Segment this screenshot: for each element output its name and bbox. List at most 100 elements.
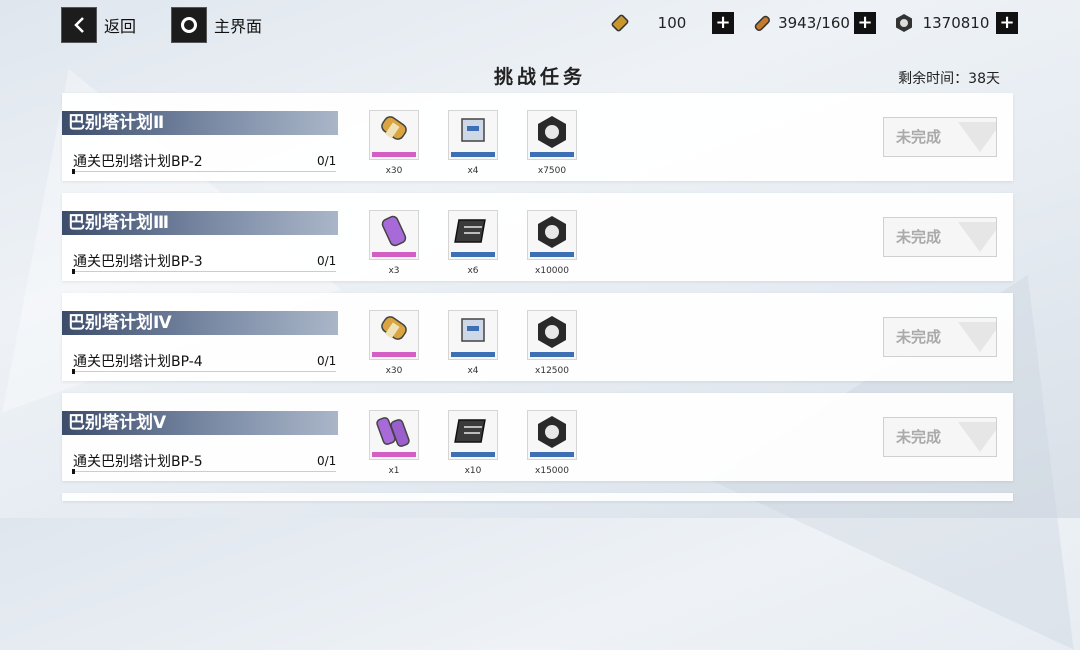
rarity-bar xyxy=(451,352,495,357)
reward-list: x30 x4 x12500 xyxy=(369,310,606,376)
rarity-bar xyxy=(372,252,416,257)
back-button[interactable]: 返回 xyxy=(62,8,136,42)
reward-item[interactable]: x30 xyxy=(369,310,419,376)
add-energy-button[interactable]: + xyxy=(854,12,876,34)
task-card-2: 巴别塔计划Ⅲ 通关巴别塔计划BP-3 0/1 x3 x6 x10000 未完成 xyxy=(62,193,1013,281)
rarity-bar xyxy=(530,152,574,157)
add-nut-button[interactable]: + xyxy=(996,12,1018,34)
task-title-banner: 巴别塔计划Ⅳ xyxy=(62,311,338,335)
purple-capsule-icon[interactable] xyxy=(369,210,419,260)
task-card-partial xyxy=(62,493,1013,501)
task-description: 通关巴别塔计划BP-2 xyxy=(73,154,203,170)
battery-icon xyxy=(608,11,632,35)
task-title: 巴别塔计划Ⅴ xyxy=(68,413,167,433)
task-card-3: 巴别塔计划Ⅳ 通关巴别塔计划BP-4 0/1 x30 x4 x12500 未完成 xyxy=(62,293,1013,381)
task-title: 巴别塔计划Ⅳ xyxy=(68,313,172,333)
task-progress-text: 0/1 xyxy=(317,454,337,468)
rarity-bar xyxy=(530,352,574,357)
task-description: 通关巴别塔计划BP-3 xyxy=(73,254,203,270)
reward-quantity: x30 xyxy=(385,366,403,376)
reward-quantity: x7500 xyxy=(537,166,567,176)
reward-item[interactable]: x1 xyxy=(369,410,419,476)
task-title-banner: 巴别塔计划Ⅱ xyxy=(62,111,338,135)
chip-board-icon[interactable] xyxy=(448,210,498,260)
task-list: 巴别塔计划Ⅱ 通关巴别塔计划BP-2 0/1 x30 x4 x7500 未完成 巴别… xyxy=(62,93,1013,513)
task-title-banner: 巴别塔计划Ⅴ xyxy=(62,411,338,435)
nut-icon[interactable] xyxy=(527,310,577,360)
nut-icon[interactable] xyxy=(527,110,577,160)
reward-quantity: x12500 xyxy=(535,366,569,376)
task-progress-bar xyxy=(72,469,336,474)
reward-list: x30 x4 x7500 xyxy=(369,110,606,176)
reward-item[interactable]: x6 xyxy=(448,210,498,276)
reward-item[interactable]: x30 xyxy=(369,110,419,176)
rarity-bar xyxy=(372,452,416,457)
progress-fill xyxy=(72,469,75,474)
rarity-bar xyxy=(372,152,416,157)
task-description: 通关巴别塔计划BP-5 xyxy=(73,454,203,470)
reward-item[interactable]: x7500 xyxy=(527,110,577,176)
reward-list: x1 x10 x15000 xyxy=(369,410,606,476)
nut-icon xyxy=(892,11,916,35)
resource-nut: 1370810 + xyxy=(892,11,1018,35)
reward-item[interactable]: x15000 xyxy=(527,410,577,476)
task-card-1: 巴别塔计划Ⅱ 通关巴别塔计划BP-2 0/1 x30 x4 x7500 未完成 xyxy=(62,93,1013,181)
nut-icon[interactable] xyxy=(527,410,577,460)
reward-quantity: x4 xyxy=(467,366,479,376)
task-progress-bar xyxy=(72,269,336,274)
chip-board-icon[interactable] xyxy=(448,410,498,460)
supply-box-icon[interactable] xyxy=(448,310,498,360)
add-battery-button[interactable]: + xyxy=(712,12,734,34)
reward-quantity: x4 xyxy=(467,166,479,176)
home-circle-icon xyxy=(172,8,207,42)
home-label: 主界面 xyxy=(214,17,263,36)
task-status-label: 未完成 xyxy=(896,228,942,246)
task-card-4: 巴别塔计划Ⅴ 通关巴别塔计划BP-5 0/1 x1 x10 x15000 未完成 xyxy=(62,393,1013,481)
rarity-bar xyxy=(451,452,495,457)
progress-fill xyxy=(72,169,75,174)
chevron-left-icon xyxy=(62,8,96,42)
nut-icon[interactable] xyxy=(527,210,577,260)
rarity-bar xyxy=(372,352,416,357)
gold-capsule-icon[interactable] xyxy=(369,110,419,160)
task-title: 巴别塔计划Ⅱ xyxy=(68,113,165,133)
reward-item[interactable]: x3 xyxy=(369,210,419,276)
reward-item[interactable]: x12500 xyxy=(527,310,577,376)
reward-item[interactable]: x4 xyxy=(448,110,498,176)
task-description: 通关巴别塔计划BP-4 xyxy=(73,354,203,370)
task-progress-text: 0/1 xyxy=(317,154,337,168)
reward-quantity: x30 xyxy=(385,166,403,176)
nut-value: 1370810 xyxy=(922,14,990,32)
rarity-bar xyxy=(451,152,495,157)
progress-fill xyxy=(72,269,75,274)
top-nav: 返回 主界面 xyxy=(62,8,298,42)
resource-battery: 100 + xyxy=(608,11,734,35)
task-status-button[interactable]: 未完成 xyxy=(883,117,997,157)
task-progress-text: 0/1 xyxy=(317,354,337,368)
battery-value: 100 xyxy=(657,14,687,32)
time-remaining: 剩余时间：38天 xyxy=(898,71,1000,87)
task-title-banner: 巴别塔计划Ⅲ xyxy=(62,211,338,235)
rarity-bar xyxy=(530,452,574,457)
task-status-label: 未完成 xyxy=(896,428,942,446)
resource-energy: 3943/160 + xyxy=(750,11,876,35)
purple-double-capsule-icon[interactable] xyxy=(369,410,419,460)
rarity-bar xyxy=(530,252,574,257)
reward-quantity: x3 xyxy=(388,266,400,276)
task-status-button[interactable]: 未完成 xyxy=(883,417,997,457)
task-status-label: 未完成 xyxy=(896,128,942,146)
reward-quantity: x10000 xyxy=(535,266,569,276)
reward-item[interactable]: x10000 xyxy=(527,210,577,276)
reward-item[interactable]: x4 xyxy=(448,310,498,376)
task-status-button[interactable]: 未完成 xyxy=(883,217,997,257)
supply-box-icon[interactable] xyxy=(448,110,498,160)
home-button[interactable]: 主界面 xyxy=(172,8,262,42)
task-progress-bar xyxy=(72,169,336,174)
task-progress-text: 0/1 xyxy=(317,254,337,268)
task-status-label: 未完成 xyxy=(896,328,942,346)
task-status-button[interactable]: 未完成 xyxy=(883,317,997,357)
back-label: 返回 xyxy=(104,17,137,36)
progress-fill xyxy=(72,369,75,374)
reward-item[interactable]: x10 xyxy=(448,410,498,476)
gold-capsule-icon[interactable] xyxy=(369,310,419,360)
